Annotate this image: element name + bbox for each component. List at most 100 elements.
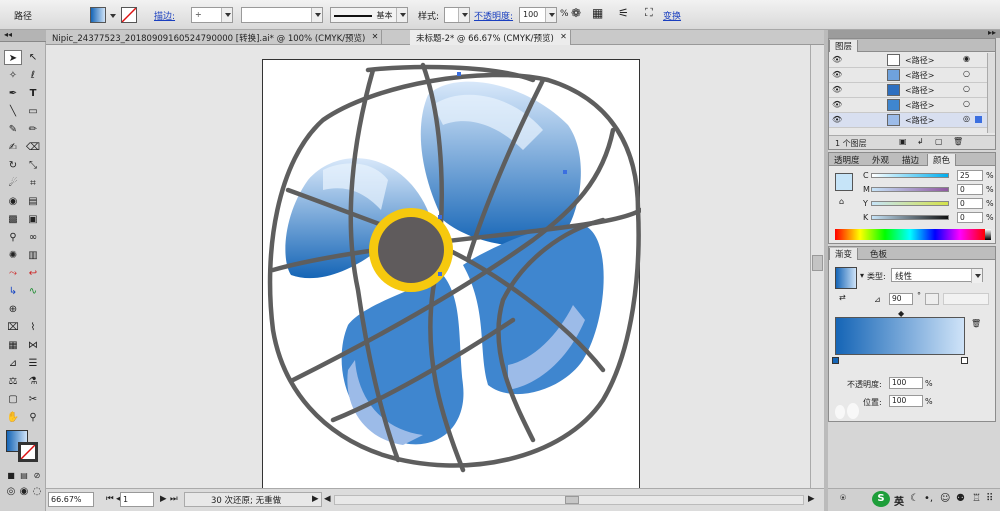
transform-link[interactable]: 变换 bbox=[663, 9, 681, 22]
transform-icon[interactable]: ⛶ bbox=[645, 6, 653, 20]
align-icon[interactable]: ▦ bbox=[592, 6, 603, 20]
pencil-tool-icon[interactable]: ✏ bbox=[24, 122, 42, 137]
warp-tool-icon[interactable]: ☄ bbox=[4, 176, 22, 191]
location-field[interactable]: 100 bbox=[889, 395, 923, 407]
layer-row[interactable]: 👁 <路径> ◎ bbox=[829, 113, 987, 128]
fill-dropdown[interactable] bbox=[107, 9, 116, 21]
first-page-icon[interactable]: ⏮ bbox=[106, 494, 114, 504]
keyboard-icon[interactable]: ⚉ bbox=[956, 493, 965, 504]
artboard[interactable] bbox=[262, 59, 644, 492]
eraser-tool-icon[interactable]: ⌫ bbox=[24, 140, 42, 155]
column-graph-tool-icon[interactable]: ▥ bbox=[24, 248, 42, 263]
green-wave-tool-icon[interactable]: ∿ bbox=[24, 284, 42, 299]
moon-icon[interactable]: ☾ bbox=[910, 493, 919, 504]
m-value[interactable]: 0 bbox=[957, 184, 983, 195]
stroke-swatch[interactable] bbox=[121, 7, 137, 23]
pen-tool-icon[interactable]: ✒ bbox=[4, 86, 22, 101]
close-icon[interactable]: ✕ bbox=[560, 32, 567, 41]
mesh-tool-icon[interactable]: ▩ bbox=[4, 212, 22, 227]
punctuation-icon[interactable]: •, bbox=[924, 493, 933, 504]
rotate-tool-icon[interactable]: ↻ bbox=[4, 158, 22, 173]
direct-selection-tool-icon[interactable]: ↖ bbox=[24, 50, 42, 65]
red-curve-tool-icon[interactable]: ↩ bbox=[24, 266, 42, 281]
red-path-tool-icon[interactable]: ⤳ bbox=[4, 266, 22, 281]
crosshair-tool-icon[interactable]: ⊕ bbox=[4, 302, 22, 317]
aspect-field[interactable] bbox=[925, 293, 939, 305]
list-tool-icon[interactable]: ☰ bbox=[24, 356, 42, 371]
c-value[interactable]: 25 bbox=[957, 170, 983, 181]
line-tool-icon[interactable]: ╲ bbox=[4, 104, 22, 119]
gradient-preview[interactable] bbox=[835, 267, 857, 289]
m-slider[interactable] bbox=[871, 187, 949, 192]
ime-logo-icon[interactable]: S bbox=[872, 491, 890, 507]
fill-swatch[interactable] bbox=[90, 7, 106, 23]
perspective-grid-tool-icon[interactable]: ▤ bbox=[24, 194, 42, 209]
layer-row[interactable]: 👁 <路径> ◉ bbox=[829, 53, 987, 68]
layers-scrollbar[interactable] bbox=[987, 53, 995, 133]
blob-brush-tool-icon[interactable]: ✍ bbox=[4, 140, 22, 155]
free-transform-tool-icon[interactable]: ⌗ bbox=[24, 176, 42, 191]
delete-stop-icon[interactable]: 🗑 bbox=[971, 319, 981, 328]
page-select[interactable]: 1 bbox=[120, 492, 154, 507]
scale-tool-icon[interactable]: ⤡ bbox=[24, 158, 42, 173]
k-slider[interactable] bbox=[871, 215, 949, 220]
selection-tool-icon[interactable]: ➤ bbox=[4, 50, 22, 65]
gradient-dropdown-icon[interactable]: ▾ bbox=[860, 271, 864, 280]
lasso-tool-icon[interactable]: ℓ bbox=[24, 68, 42, 83]
tab-color[interactable]: 颜色 bbox=[927, 154, 957, 166]
hand-tool-icon[interactable]: ✋ bbox=[4, 410, 22, 425]
none-mode-icon[interactable]: ⊘ bbox=[28, 468, 46, 483]
make-clip-icon[interactable]: ▣ bbox=[899, 137, 907, 146]
stroke-label[interactable]: 描边: bbox=[154, 9, 175, 22]
gradient-tool-icon[interactable]: ▣ bbox=[24, 212, 42, 227]
symbol-sprayer-tool-icon[interactable]: ✺ bbox=[4, 248, 22, 263]
y-value[interactable]: 0 bbox=[957, 198, 983, 209]
tab-stroke[interactable]: 描边 bbox=[897, 154, 924, 166]
layers-panel-title[interactable]: 图层 bbox=[829, 40, 859, 52]
canvas-area[interactable] bbox=[46, 45, 824, 492]
tab-swatches[interactable]: 色板 bbox=[865, 248, 892, 260]
type-tool-icon[interactable]: T bbox=[24, 86, 42, 101]
fan-illustration[interactable] bbox=[263, 60, 644, 492]
horizontal-scrollbar[interactable] bbox=[334, 495, 804, 505]
layer-row[interactable]: 👁 <路径> ○ bbox=[829, 83, 987, 98]
next-page-icon[interactable]: ▶ bbox=[160, 494, 167, 504]
zoom-select[interactable]: 66.67% bbox=[48, 492, 94, 507]
stroke-dropdown[interactable] bbox=[138, 9, 146, 21]
black-white-ramp[interactable] bbox=[985, 229, 991, 240]
color-spectrum[interactable] bbox=[835, 229, 985, 240]
slice-tool-icon[interactable]: ⌇ bbox=[24, 320, 42, 335]
rectangle-tool-icon[interactable]: ▭ bbox=[24, 104, 42, 119]
isolate-icon[interactable]: ⚟ bbox=[618, 6, 629, 20]
artboard-tool-icon[interactable]: ⌧ bbox=[4, 320, 22, 335]
grid-icon[interactable]: ⠿ bbox=[986, 493, 993, 504]
dock-header[interactable]: ▸▸ bbox=[828, 28, 1000, 38]
ime-language[interactable]: 英 bbox=[894, 493, 904, 508]
tools-panel-header[interactable]: ◂◂ bbox=[0, 30, 46, 42]
blend-tool-icon[interactable]: ∞ bbox=[24, 230, 42, 245]
magic-wand-tool-icon[interactable]: ✧ bbox=[4, 68, 22, 83]
blue-path-tool-icon[interactable]: ↳ bbox=[4, 284, 22, 299]
tab-document-2[interactable]: 未标题-2* @ 66.67% (CMYK/预览) ✕ bbox=[410, 30, 571, 45]
layer-row[interactable]: 👁 <路径> ○ bbox=[829, 98, 987, 113]
last-page-icon[interactable]: ⏭ bbox=[170, 494, 178, 504]
zoom-tool-icon[interactable]: ⚲ bbox=[24, 410, 42, 425]
recolor-icon[interactable]: ❁ bbox=[571, 6, 581, 20]
gradient-slider[interactable] bbox=[835, 317, 965, 355]
hub[interactable] bbox=[378, 217, 444, 283]
vertical-scrollbar[interactable] bbox=[810, 45, 824, 488]
tab-gradient[interactable]: 渐变 bbox=[829, 248, 859, 260]
stroke-color-swatch[interactable] bbox=[18, 442, 38, 462]
layer-row[interactable]: 👁 <路径> ○ bbox=[829, 68, 987, 83]
live-paint-tool-icon[interactable]: ⚗ bbox=[24, 374, 42, 389]
y-slider[interactable] bbox=[871, 201, 949, 206]
close-icon[interactable]: ✕ bbox=[372, 32, 379, 41]
new-layer-icon[interactable]: ▢ bbox=[935, 137, 943, 146]
reverse-gradient-icon[interactable]: ⇄ bbox=[839, 293, 846, 302]
graphic-style-picker[interactable] bbox=[444, 7, 470, 23]
gradient-opacity-field[interactable]: 100 bbox=[889, 377, 923, 389]
shape-builder-tool-icon[interactable]: ◉ bbox=[4, 194, 22, 209]
eyedropper-tool-icon[interactable]: ⚲ bbox=[4, 230, 22, 245]
scroll-thumb[interactable] bbox=[812, 255, 823, 271]
variable-width-field[interactable] bbox=[241, 7, 323, 23]
